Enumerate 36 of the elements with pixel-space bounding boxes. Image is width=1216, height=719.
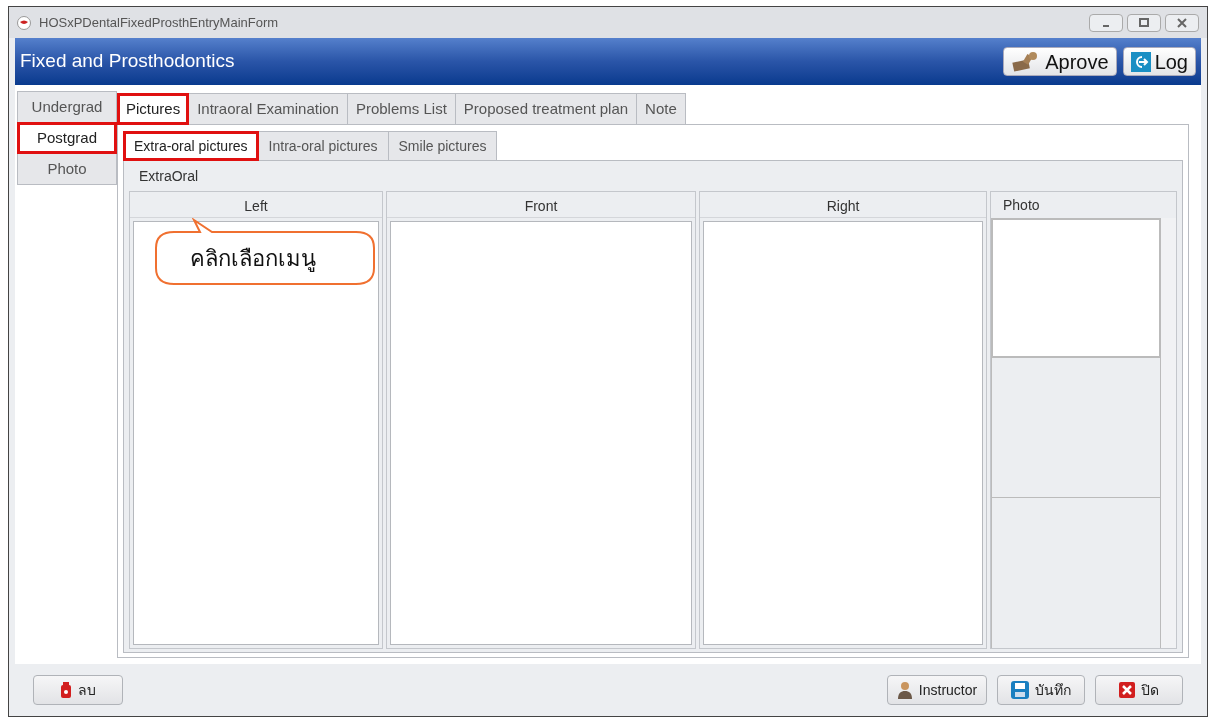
tab[interactable]: Pictures (117, 93, 190, 125)
form-title: Fixed and Prosthodontics (20, 49, 235, 74)
tab[interactable]: Problems List (346, 93, 456, 125)
footer-button[interactable]: Instructor (887, 675, 987, 705)
header-button[interactable]: Log (1122, 47, 1196, 76)
maximize-button[interactable] (1127, 13, 1161, 32)
tab[interactable]: Smile pictures (387, 131, 498, 161)
maximize-icon (1138, 17, 1150, 28)
person-icon (896, 681, 913, 699)
tab[interactable]: Postgrad (17, 122, 117, 154)
panel-title: Left (130, 192, 382, 218)
close-icon (1119, 682, 1135, 698)
footer-button[interactable]: ปิด (1095, 675, 1183, 705)
close-icon (1176, 17, 1188, 28)
tab[interactable]: Extra-oral pictures (123, 131, 259, 161)
tab[interactable]: Intra-oral pictures (257, 131, 389, 161)
exit-icon (1130, 51, 1151, 72)
panel-title: Photo (1002, 196, 1041, 215)
panel-title: Right (700, 192, 986, 218)
tab[interactable]: Intraoral Examination (188, 93, 348, 125)
panel-title: Front (387, 192, 695, 218)
footer-button[interactable]: ลบ (33, 675, 123, 705)
trash-icon (60, 682, 72, 698)
group-title: ExtraOral (138, 167, 200, 186)
tab[interactable]: Photo (17, 153, 117, 185)
minimize-icon (1103, 24, 1109, 27)
close-button[interactable] (1165, 13, 1199, 32)
scrollbar[interactable] (1161, 218, 1176, 648)
footer-button[interactable]: บันทึก (997, 675, 1085, 705)
tab[interactable]: Note (636, 93, 686, 125)
callout-text: คลิกเลือกเมนู (190, 245, 316, 274)
app-logo-icon (17, 15, 31, 30)
tab[interactable]: Undergrad (17, 91, 117, 123)
tab[interactable]: Proposed treatment plan (454, 93, 638, 125)
window-title: HOSxPDentalFixedProsthEntryMainForm (39, 13, 279, 32)
header-button[interactable]: Aprove (1003, 47, 1117, 76)
